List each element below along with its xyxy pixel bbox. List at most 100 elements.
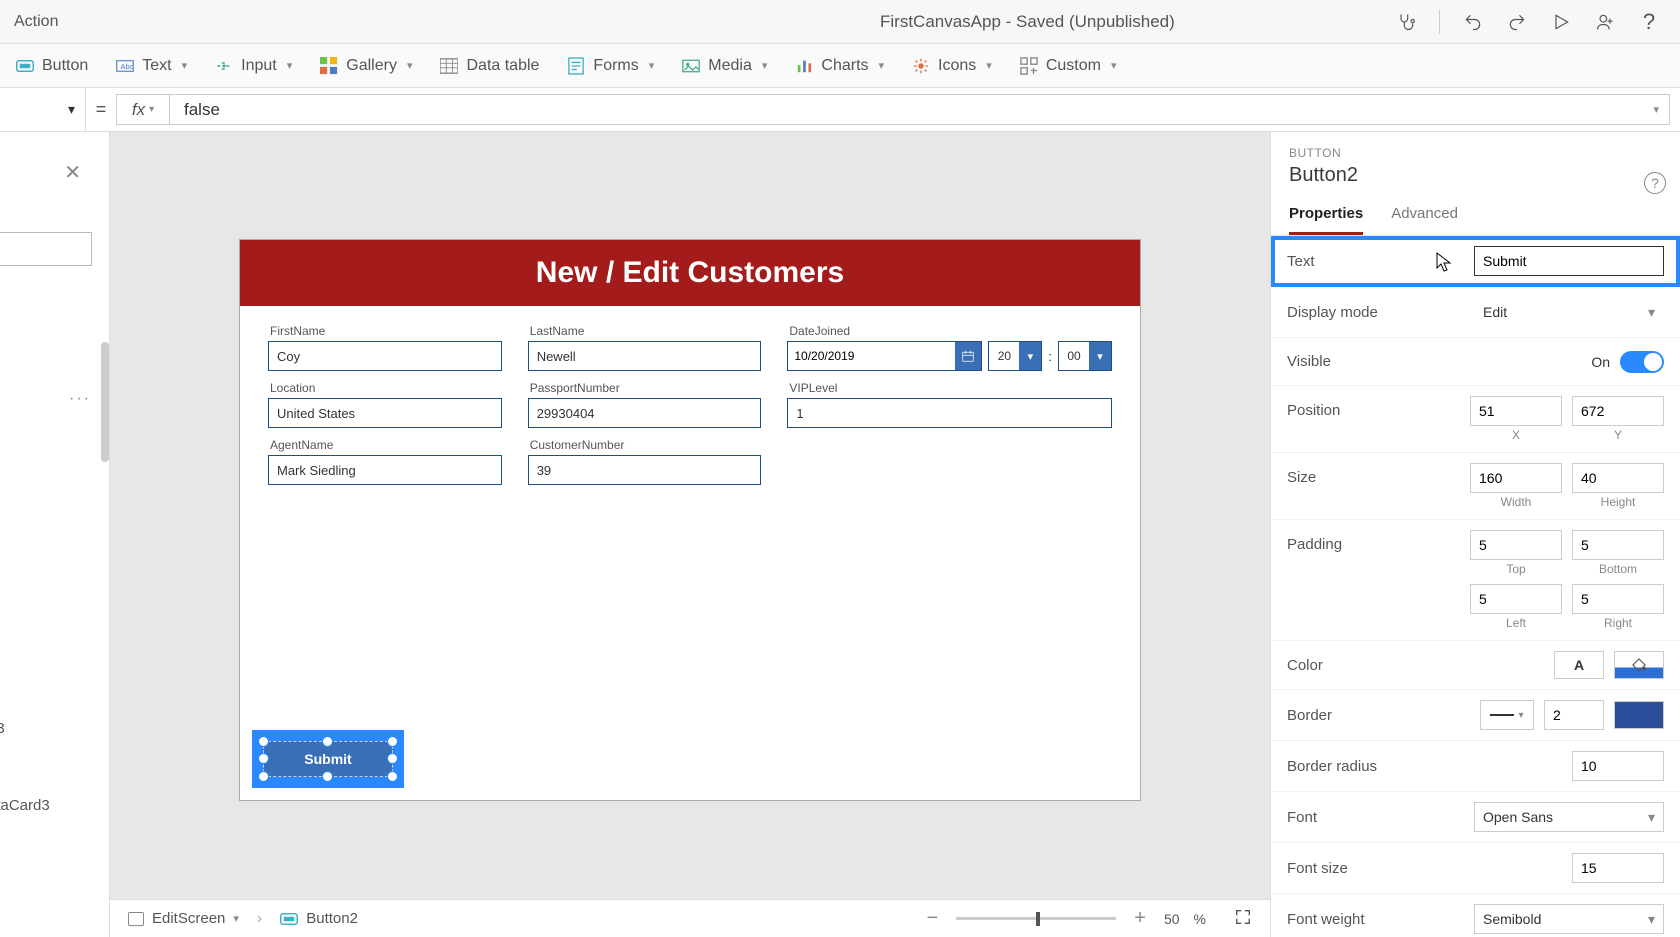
- prop-row-position: Position X Y: [1271, 386, 1680, 453]
- firstname-input[interactable]: [268, 341, 502, 371]
- hour-select[interactable]: 20 ▾: [988, 341, 1042, 371]
- tree-item[interactable]: I3: [0, 432, 50, 449]
- stethoscope-icon[interactable]: [1395, 11, 1417, 33]
- position-x-input[interactable]: [1470, 396, 1562, 426]
- ribbon-icons[interactable]: Icons ▾: [912, 57, 992, 75]
- tree-items: I3 6 3 3 d3 ataCard3: [0, 432, 50, 814]
- border-color-picker[interactable]: [1614, 701, 1664, 729]
- insert-ribbon: Button Abc Text ▾ Input ▾ Gallery ▾ Data…: [0, 44, 1680, 88]
- font-color-picker[interactable]: A: [1554, 651, 1604, 679]
- fontweight-select[interactable]: Semibold ▾: [1474, 904, 1664, 934]
- undo-icon[interactable]: [1462, 11, 1484, 33]
- chevron-down-icon: ▾: [1111, 59, 1117, 72]
- resize-handle[interactable]: [258, 736, 269, 747]
- zoom-thumb[interactable]: [1036, 912, 1040, 926]
- fx-button[interactable]: fx▾: [116, 94, 170, 125]
- chevron-down-icon: ▾: [1089, 342, 1111, 370]
- ribbon-text-label: Text: [142, 57, 171, 75]
- prop-row-visible: Visible On: [1271, 338, 1680, 386]
- ribbon-forms[interactable]: Forms ▾: [567, 57, 654, 75]
- property-selector[interactable]: ▾: [0, 88, 86, 131]
- redo-icon[interactable]: [1506, 11, 1528, 33]
- date-input[interactable]: [788, 342, 955, 370]
- padding-top-input[interactable]: [1470, 530, 1562, 560]
- tree-item[interactable]: d3: [0, 720, 50, 737]
- text-property-input[interactable]: [1474, 246, 1664, 276]
- font-select[interactable]: Open Sans ▾: [1474, 802, 1664, 832]
- passport-input[interactable]: [528, 398, 762, 428]
- calendar-icon[interactable]: [955, 342, 981, 370]
- zoom-out-button[interactable]: −: [923, 907, 943, 930]
- expand-formula-icon[interactable]: ▾: [1653, 103, 1659, 116]
- play-icon[interactable]: [1550, 11, 1572, 33]
- size-height-input[interactable]: [1572, 463, 1664, 493]
- help-icon[interactable]: ?: [1644, 172, 1666, 194]
- title-bar: Action FirstCanvasApp - Saved (Unpublish…: [0, 0, 1680, 44]
- resize-handle[interactable]: [387, 736, 398, 747]
- tree-item[interactable]: 3: [0, 626, 50, 643]
- displaymode-select[interactable]: Edit ▾: [1474, 297, 1664, 327]
- tree-item[interactable]: 3: [0, 673, 50, 690]
- ribbon-gallery[interactable]: Gallery ▾: [320, 57, 412, 75]
- breadcrumb-screen[interactable]: EditScreen ▾: [128, 910, 239, 927]
- ribbon-charts[interactable]: Charts ▾: [795, 57, 884, 75]
- edit-form: FirstName LastName DateJoined: [240, 306, 1140, 503]
- padding-left-input[interactable]: [1470, 584, 1562, 614]
- resize-handle[interactable]: [258, 753, 269, 764]
- fit-to-window-icon[interactable]: [1234, 908, 1252, 929]
- resize-handle[interactable]: [258, 771, 269, 782]
- ribbon-media[interactable]: Media ▾: [682, 57, 767, 75]
- customernumber-input[interactable]: [528, 455, 762, 485]
- resize-handle[interactable]: [322, 736, 333, 747]
- tree-search-input[interactable]: [0, 232, 92, 266]
- vip-input[interactable]: [787, 398, 1112, 428]
- position-y-input[interactable]: [1572, 396, 1664, 426]
- close-icon[interactable]: ✕: [64, 160, 81, 185]
- ribbon-button[interactable]: Button: [16, 57, 88, 75]
- prop-row-padding: Padding Top Bottom Left Right: [1271, 520, 1680, 641]
- tree-item[interactable]: 6: [0, 579, 50, 596]
- submit-button[interactable]: Submit: [263, 741, 393, 777]
- zoom-slider[interactable]: [956, 917, 1116, 920]
- ribbon-datatable[interactable]: Data table: [440, 57, 539, 75]
- visible-toggle[interactable]: On: [1591, 351, 1664, 373]
- field-label: CustomerNumber: [528, 438, 762, 452]
- fontsize-input[interactable]: [1572, 853, 1664, 883]
- lastname-input[interactable]: [528, 341, 762, 371]
- ribbon-text[interactable]: Abc Text ▾: [116, 57, 187, 75]
- toggle-switch[interactable]: [1620, 351, 1664, 373]
- padding-bottom-input[interactable]: [1572, 530, 1664, 560]
- formula-input[interactable]: false ▾: [170, 94, 1670, 125]
- date-picker[interactable]: [787, 341, 982, 371]
- resize-handle[interactable]: [387, 753, 398, 764]
- help-icon[interactable]: ?: [1638, 11, 1660, 33]
- location-input[interactable]: [268, 398, 502, 428]
- border-width-input[interactable]: [1544, 700, 1604, 730]
- border-style-select[interactable]: ▾: [1480, 700, 1534, 730]
- minute-select[interactable]: 00 ▾: [1058, 341, 1112, 371]
- submit-label: Submit: [304, 751, 351, 767]
- prop-row-fontsize: Font size: [1271, 843, 1680, 894]
- scrollbar-thumb[interactable]: [101, 342, 109, 462]
- ribbon-input[interactable]: Input ▾: [215, 57, 292, 75]
- padding-right-input[interactable]: [1572, 584, 1664, 614]
- selected-element-frame[interactable]: Submit: [252, 730, 404, 788]
- ribbon-custom[interactable]: Custom ▾: [1020, 57, 1117, 75]
- size-width-input[interactable]: [1470, 463, 1562, 493]
- tree-item[interactable]: ataCard3: [0, 797, 50, 814]
- borderradius-input[interactable]: [1572, 751, 1664, 781]
- share-person-icon[interactable]: [1594, 11, 1616, 33]
- fill-color-picker[interactable]: [1614, 651, 1664, 679]
- resize-handle[interactable]: [322, 771, 333, 782]
- tab-advanced[interactable]: Advanced: [1391, 205, 1458, 235]
- more-options-icon[interactable]: ···: [69, 390, 91, 408]
- resize-handle[interactable]: [387, 771, 398, 782]
- agent-input[interactable]: [268, 455, 502, 485]
- ribbon-datatable-label: Data table: [466, 57, 539, 75]
- canvas[interactable]: New / Edit Customers FirstName LastName …: [110, 132, 1270, 937]
- zoom-in-button[interactable]: +: [1130, 907, 1150, 930]
- menu-action-label[interactable]: Action: [10, 13, 58, 31]
- breadcrumb-control[interactable]: Button2: [280, 910, 358, 928]
- charts-icon: [795, 57, 813, 75]
- tab-properties[interactable]: Properties: [1289, 205, 1363, 235]
